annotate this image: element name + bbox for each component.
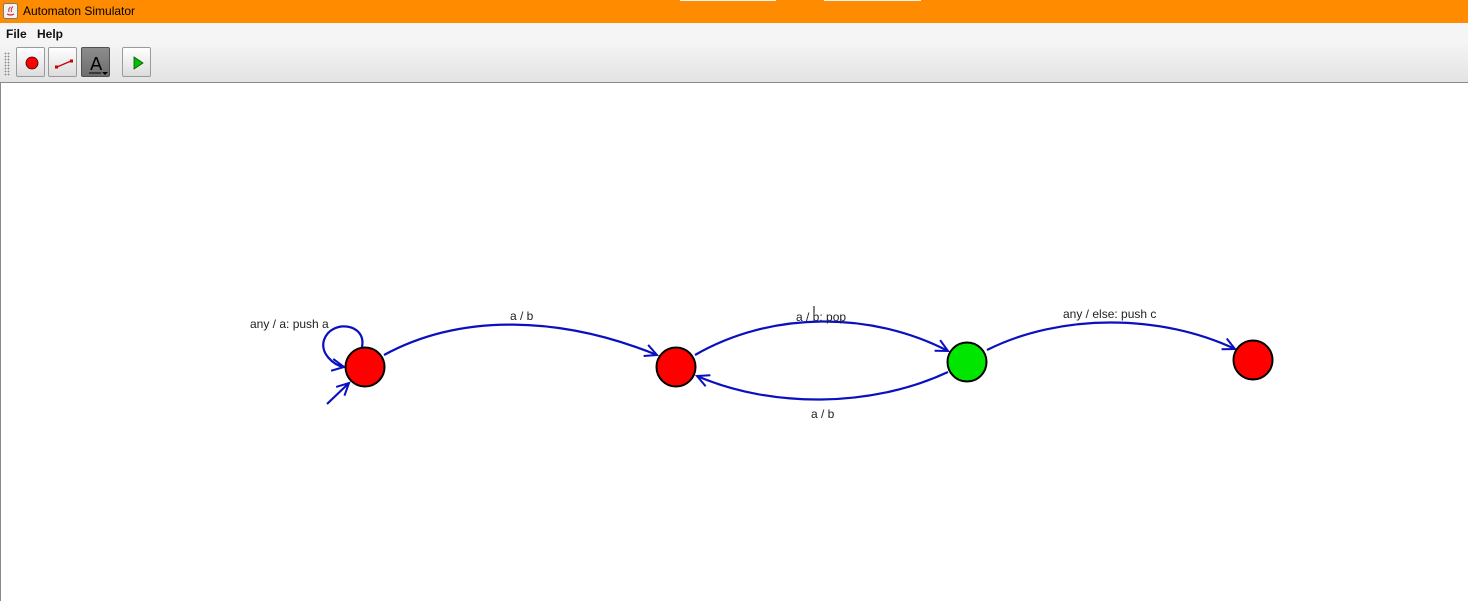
run-button[interactable] [122,47,151,77]
automaton-canvas[interactable]: any / a: push a a / b a / b: pop a / b a… [0,83,1468,601]
text-a-icon: A [89,54,108,75]
transition-label[interactable]: any / else: push c [1063,307,1156,321]
transition-q0-q1[interactable] [383,323,657,355]
transition-q2-q1[interactable] [697,371,949,401]
initial-state-arrow [326,383,349,405]
add-state-button[interactable] [16,47,45,77]
transition-label[interactable]: a / b [811,407,835,421]
state-q1[interactable] [655,346,697,388]
state-q3[interactable] [1232,339,1274,381]
transition-label[interactable]: a / b [510,309,534,323]
menu-bar: File Help [0,23,1468,44]
menu-help[interactable]: Help [37,27,63,41]
transition-q2-q3[interactable] [986,321,1235,351]
state-q0[interactable] [344,346,386,388]
svg-text:A: A [90,54,103,75]
toolbar-grip[interactable] [4,52,10,76]
automaton-diagram[interactable]: any / a: push a a / b a / b: pop a / b a… [1,83,1468,601]
transition-label[interactable]: any / a: push a [250,317,329,331]
title-tab-indicator [824,0,921,1]
title-bar[interactable]: Automaton Simulator [0,0,1468,23]
text-tool-button[interactable]: A [81,47,110,77]
transition-label[interactable]: a / b: pop [796,310,846,324]
play-icon [133,56,144,70]
red-dot-icon [25,56,39,70]
java-app-icon [3,3,18,19]
window-title: Automaton Simulator [23,4,136,18]
title-tab-indicator [680,0,776,1]
menu-file[interactable]: File [6,27,27,41]
add-transition-button[interactable] [48,47,77,77]
toolbar: A [0,44,1468,83]
state-q2[interactable] [946,341,988,383]
transition-line-icon [55,59,73,69]
transition-q1-q2[interactable] [694,320,948,356]
